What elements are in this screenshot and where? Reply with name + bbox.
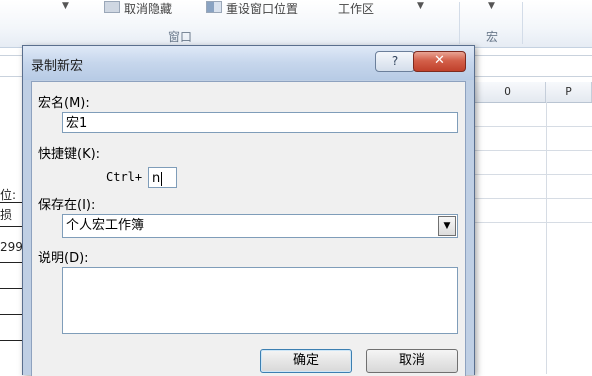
cell-border [0, 288, 22, 289]
ribbon-group-separator [522, 2, 523, 44]
grid-line [473, 126, 592, 127]
macro-name-label: 宏名(M): [38, 96, 90, 111]
cell-text: 299 [0, 240, 23, 254]
cell-border [0, 262, 22, 263]
description-textarea[interactable] [62, 267, 458, 334]
ribbon-group-separator [459, 2, 460, 44]
text-caret [161, 171, 163, 186]
workspace-command[interactable]: 工作区 [338, 0, 386, 14]
help-icon: ? [391, 54, 399, 68]
ribbon: ▼ 取消隐藏 重设窗口位置 工作区 ▼ ▼ 窗口 宏 [0, 0, 592, 48]
store-in-label: 保存在(I): [38, 198, 96, 213]
grid-line [546, 102, 547, 374]
description-label: 说明(D): [38, 251, 89, 266]
close-icon: ✕ [434, 53, 445, 68]
unhide-window-command[interactable]: 取消隐藏 [104, 0, 196, 14]
column-headers: O P [470, 82, 592, 103]
cell-border [0, 314, 22, 315]
group-label-window: 窗口 [168, 30, 193, 44]
cell-border [0, 202, 22, 203]
column-header-p[interactable]: P [546, 82, 592, 102]
cell-border [0, 226, 22, 227]
grid-line [473, 150, 592, 151]
shortcut-key-label: 快捷键(K): [38, 147, 101, 162]
dialog-titlebar[interactable]: 录制新宏 ? ✕ [23, 46, 474, 80]
unhide-icon [104, 1, 120, 13]
cell-text: 损 [0, 208, 13, 222]
ctrl-prefix-label: Ctrl+ [106, 170, 143, 184]
workspace-dropdown-icon[interactable]: ▼ [417, 1, 424, 11]
grid-line [473, 198, 592, 199]
grid-line [473, 174, 592, 175]
dialog-title: 录制新宏 [31, 59, 84, 74]
help-button[interactable]: ? [375, 51, 415, 72]
cell-text: 位: [0, 188, 17, 202]
cell-border [0, 340, 22, 341]
close-button[interactable]: ✕ [413, 51, 466, 72]
column-header-o[interactable]: O [470, 82, 546, 102]
reset-window-icon [206, 1, 222, 13]
grid-line [473, 222, 592, 223]
cancel-button[interactable]: 取消 [366, 349, 458, 373]
dialog-body: 宏名(M): 宏1 快捷键(K): Ctrl+ n 保存在(I): 个人宏工作簿… [31, 81, 466, 376]
ribbon-dropdown-arrow-icon[interactable]: ▼ [62, 1, 69, 11]
chevron-down-icon[interactable]: ▼ [438, 216, 456, 236]
reset-window-position-command[interactable]: 重设窗口位置 [206, 0, 326, 14]
ok-button[interactable]: 确定 [260, 349, 352, 373]
record-macro-dialog: 录制新宏 ? ✕ 宏名(M): 宏1 快捷键(K): Ctrl+ n 保存在(I… [22, 45, 475, 376]
shortcut-key-value: n [152, 171, 161, 186]
macro-dropdown-icon[interactable]: ▼ [488, 1, 495, 11]
group-label-macro: 宏 [486, 30, 499, 44]
macro-name-input[interactable]: 宏1 [62, 112, 458, 133]
shortcut-key-input[interactable]: n [148, 167, 177, 188]
store-in-select[interactable]: 个人宏工作簿 ▼ [62, 214, 458, 238]
store-in-value: 个人宏工作簿 [66, 218, 145, 233]
